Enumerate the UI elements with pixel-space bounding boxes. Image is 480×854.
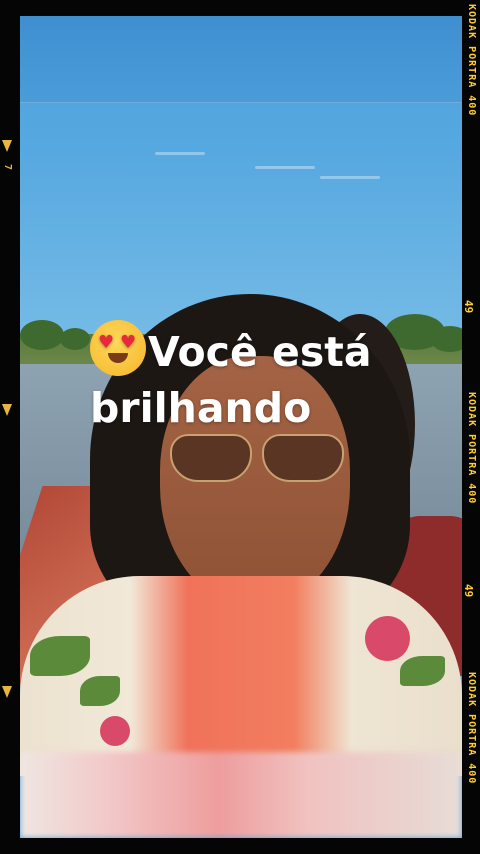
film-frame-number: 49 bbox=[462, 584, 475, 598]
sunglasses bbox=[170, 434, 345, 486]
heart-eyes-emoji-icon: ♥ ♥ bbox=[90, 320, 146, 376]
film-frame-number: 49 bbox=[462, 300, 475, 314]
leaf-print bbox=[80, 676, 120, 706]
caption-text-2: brilhando bbox=[90, 384, 312, 432]
film-brand-label: KODAK PORTRA 400 bbox=[466, 392, 477, 505]
flower-print bbox=[100, 716, 130, 746]
caption-line-1: ♥ ♥ Você está bbox=[90, 320, 410, 380]
tree bbox=[60, 328, 90, 350]
sky-band bbox=[20, 16, 462, 103]
film-triangle-marker bbox=[2, 686, 12, 698]
tree bbox=[20, 320, 64, 350]
film-brand-label: KODAK PORTRA 400 bbox=[466, 4, 477, 117]
caption-sticker[interactable]: ♥ ♥ Você está brilhando bbox=[90, 320, 410, 436]
blurred-bottom bbox=[20, 752, 462, 838]
flower-print bbox=[365, 616, 410, 661]
film-left-number: 7 bbox=[2, 164, 13, 171]
heart-icon: ♥ bbox=[98, 332, 115, 353]
lens bbox=[170, 434, 252, 482]
cloud bbox=[155, 152, 205, 155]
film-triangle-marker bbox=[2, 140, 12, 152]
film-brand-label: KODAK PORTRA 400 bbox=[466, 672, 477, 785]
film-triangle-marker bbox=[2, 404, 12, 416]
film-frame: ♥ ♥ Você está brilhando KODAK PORTRA 400… bbox=[0, 0, 480, 854]
leaf-print bbox=[30, 636, 90, 676]
lens bbox=[262, 434, 344, 482]
heart-icon: ♥ bbox=[120, 332, 137, 353]
cloud bbox=[320, 176, 380, 179]
floral-shirt bbox=[20, 576, 462, 776]
tree bbox=[430, 326, 462, 352]
cloud bbox=[255, 166, 315, 169]
caption-text-1: Você está bbox=[148, 328, 372, 376]
leaf-print bbox=[400, 656, 445, 686]
mouth bbox=[108, 353, 128, 363]
